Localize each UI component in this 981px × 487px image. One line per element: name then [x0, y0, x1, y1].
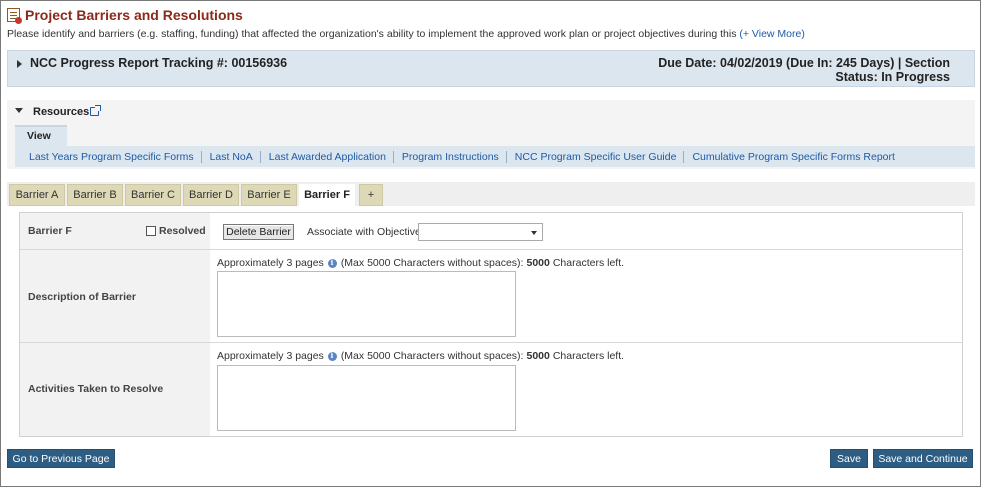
resource-links-bar: Last Years Program Specific Forms Last N… [15, 146, 975, 167]
intro-body: Please identify and barriers (e.g. staff… [7, 28, 737, 40]
save-and-continue-button[interactable]: Save and Continue [873, 449, 973, 468]
description-textarea[interactable] [217, 271, 516, 337]
page-frame: Project Barriers and Resolutions Please … [0, 0, 981, 487]
save-button[interactable]: Save [830, 449, 868, 468]
resource-link-last-noa[interactable]: Last NoA [200, 150, 260, 163]
barrier-name: Barrier F [28, 225, 72, 237]
tracking-number: NCC Progress Report Tracking #: 00156936 [30, 56, 288, 70]
tab-barrier-e[interactable]: Barrier E [241, 184, 297, 206]
section-status-text: Status: In Progress [835, 70, 950, 84]
characters-left-count: 5000 [526, 257, 550, 269]
associate-objectives-select[interactable] [418, 223, 543, 241]
due-date-status: Due Date: 04/02/2019 (Due In: 245 Days) … [658, 56, 950, 84]
view-more-link[interactable]: (+ View More) [739, 28, 804, 40]
intro-text: Please identify and barriers (e.g. staff… [7, 28, 805, 40]
resource-link-last-awarded-application[interactable]: Last Awarded Application [259, 150, 393, 163]
collapse-arrow-icon[interactable] [15, 108, 23, 113]
tab-barrier-d[interactable]: Barrier D [183, 184, 239, 206]
tracking-bar[interactable]: NCC Progress Report Tracking #: 00156936… [7, 50, 975, 87]
tab-barrier-c[interactable]: Barrier C [125, 184, 181, 206]
dropdown-caret-icon [531, 231, 537, 235]
tab-barrier-f[interactable]: Barrier F [299, 184, 355, 206]
resources-panel: Resources View Last Years Program Specif… [7, 100, 975, 169]
resource-link-cumulative-report[interactable]: Cumulative Program Specific Forms Report [683, 150, 901, 163]
row-divider [20, 342, 962, 343]
due-date-text: Due Date: 04/02/2019 (Due In: 245 Days) … [658, 56, 950, 70]
resolved-label[interactable]: Resolved [159, 225, 206, 237]
resource-link-user-guide[interactable]: NCC Program Specific User Guide [505, 150, 684, 163]
delete-barrier-button[interactable]: Delete Barrier [223, 224, 294, 240]
activities-textarea[interactable] [217, 365, 516, 431]
page-title: Project Barriers and Resolutions [25, 7, 243, 23]
external-link-icon[interactable] [90, 105, 101, 116]
previous-page-button[interactable]: Go to Previous Page [7, 449, 115, 468]
resource-link-last-years-forms[interactable]: Last Years Program Specific Forms [29, 151, 201, 163]
resources-label[interactable]: Resources [33, 106, 89, 118]
tab-barrier-a[interactable]: Barrier A [9, 184, 65, 206]
info-icon[interactable] [327, 258, 337, 268]
associate-objectives-label: Associate with Objectives [307, 226, 427, 238]
form-document-icon [7, 8, 22, 24]
tab-view[interactable]: View [15, 125, 67, 146]
activities-hint: Approximately 3 pages (Max 5000 Characte… [217, 350, 624, 362]
hint-suffix: Characters left. [552, 350, 625, 362]
description-hint: Approximately 3 pages (Max 5000 Characte… [217, 257, 624, 269]
barrier-tabs: Barrier A Barrier B Barrier C Barrier D … [7, 182, 975, 206]
row-divider [20, 249, 962, 250]
hint-prefix: Approximately 3 pages [217, 350, 324, 362]
hint-middle: (Max 5000 Characters without spaces): [340, 350, 524, 362]
hint-prefix: Approximately 3 pages [217, 257, 324, 269]
hint-suffix: Characters left. [552, 257, 625, 269]
characters-left-count: 5000 [526, 350, 550, 362]
page-header: Project Barriers and Resolutions [7, 6, 243, 24]
info-icon[interactable] [327, 351, 337, 361]
expand-arrow-icon[interactable] [17, 60, 22, 68]
resolved-checkbox[interactable] [146, 226, 156, 236]
tab-barrier-b[interactable]: Barrier B [67, 184, 123, 206]
activities-label: Activities Taken to Resolve [28, 383, 164, 395]
description-label: Description of Barrier [28, 291, 136, 303]
barrier-form: Barrier F Resolved Delete Barrier Associ… [19, 212, 963, 437]
hint-middle: (Max 5000 Characters without spaces): [340, 257, 524, 269]
resolved-checkbox-group[interactable]: Resolved [146, 225, 206, 237]
add-barrier-tab[interactable]: + [359, 184, 383, 206]
resource-link-program-instructions[interactable]: Program Instructions [392, 150, 506, 163]
